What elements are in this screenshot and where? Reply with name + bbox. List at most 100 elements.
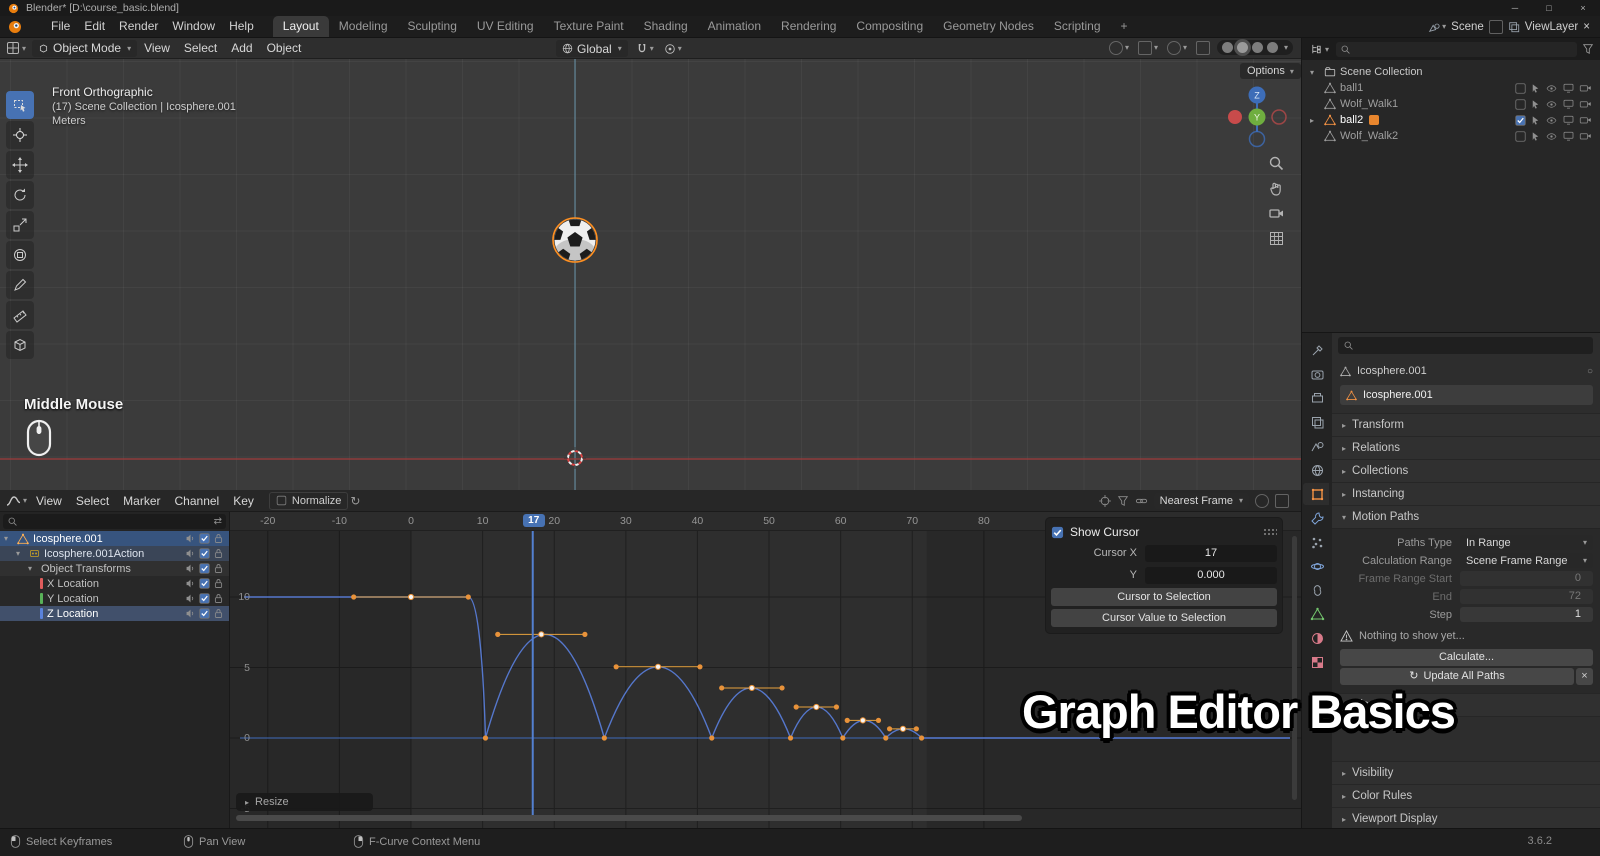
collection-row[interactable]: ▾ Scene Collection <box>1302 64 1600 80</box>
disable-viewport-icon[interactable] <box>1562 130 1575 142</box>
panel-relations[interactable]: ▸ Relations <box>1332 436 1600 459</box>
workspace-tab-layout[interactable]: Layout <box>272 16 329 37</box>
workspace-tab-uv-editing[interactable]: UV Editing <box>467 16 544 37</box>
graph-menu-key[interactable]: Key <box>226 491 261 511</box>
object-name-field[interactable]: Icosphere.001 <box>1340 385 1593 405</box>
mute-speaker-icon[interactable] <box>185 563 196 574</box>
workspace-tab-scripting[interactable]: Scripting <box>1044 16 1111 37</box>
tool-add-cube-button[interactable] <box>6 331 34 359</box>
workspace-tab-shading[interactable]: Shading <box>634 16 698 37</box>
remove-viewlayer-icon[interactable]: × <box>1583 21 1590 33</box>
viewport-menu-view[interactable]: View <box>137 38 177 58</box>
pan-hand-icon[interactable] <box>1268 180 1285 197</box>
viewport-menu-object[interactable]: Object <box>260 38 309 58</box>
exclude-checkbox[interactable] <box>1515 114 1526 126</box>
enable-checkbox[interactable] <box>199 578 210 589</box>
selectable-icon[interactable] <box>1530 115 1541 126</box>
shading-solid-icon[interactable] <box>1236 42 1248 53</box>
copy-keyframes-icon[interactable] <box>1275 493 1289 508</box>
lock-icon[interactable] <box>213 608 224 619</box>
tool-cursor-button[interactable] <box>6 121 34 149</box>
lock-icon[interactable] <box>213 593 224 604</box>
cursor-to-selection-button[interactable]: Cursor to Selection <box>1051 588 1277 606</box>
workspace-tab-geometry-nodes[interactable]: Geometry Nodes <box>933 16 1044 37</box>
workspace-tab-rendering[interactable]: Rendering <box>771 16 846 37</box>
tool-move-button[interactable] <box>6 151 34 179</box>
calculation-range-dropdown[interactable]: Scene Frame Range ▾ <box>1460 553 1593 568</box>
zoom-icon[interactable] <box>1268 155 1285 172</box>
vertical-scrollbar[interactable] <box>1292 536 1297 800</box>
clear-paths-button[interactable]: × <box>1576 668 1593 685</box>
cursor-x-field[interactable]: 17 <box>1145 544 1277 562</box>
expand-icon[interactable]: ▸ <box>1310 116 1320 125</box>
channel-icosphere-001[interactable]: ▾ Icosphere.001 <box>0 531 229 546</box>
enable-checkbox[interactable] <box>199 608 210 619</box>
cursor-y-field[interactable]: 0.000 <box>1145 566 1277 584</box>
outliner-item-wolf-walk1[interactable]: Wolf_Walk1 <box>1302 96 1600 112</box>
enable-checkbox[interactable] <box>199 563 210 574</box>
channel-z-location[interactable]: Z Location <box>0 606 229 621</box>
selectable-icon[interactable] <box>1530 99 1541 110</box>
menu-file[interactable]: File <box>44 16 77 37</box>
show-gizmo-icon[interactable]: ▾ <box>1137 40 1158 55</box>
properties-tab-object[interactable] <box>1305 483 1329 505</box>
exclude-checkbox[interactable] <box>1515 130 1526 142</box>
properties-tab-particles[interactable] <box>1305 531 1329 553</box>
panel-transform[interactable]: ▸ Transform <box>1332 413 1600 436</box>
workspace-tab-modeling[interactable]: Modeling <box>329 16 398 37</box>
properties-tab-physics[interactable] <box>1305 555 1329 577</box>
disable-render-icon[interactable] <box>1579 82 1592 94</box>
lock-icon[interactable] <box>213 548 224 559</box>
mute-speaker-icon[interactable] <box>185 548 196 559</box>
toggle-perspective-grid-icon[interactable] <box>1268 230 1285 247</box>
blender-app-icon[interactable] <box>8 20 22 34</box>
viewlayer-name[interactable]: ViewLayer <box>1525 21 1579 33</box>
graph-menu-marker[interactable]: Marker <box>116 491 167 511</box>
disable-render-icon[interactable] <box>1579 98 1592 110</box>
workspace-tab-texture-paint[interactable]: Texture Paint <box>544 16 634 37</box>
outliner-search-field[interactable] <box>1336 41 1577 57</box>
properties-tab-constraints[interactable] <box>1305 579 1329 601</box>
menu-window[interactable]: Window <box>165 16 222 37</box>
add-workspace-button[interactable]: + <box>1111 16 1138 37</box>
workspace-tab-animation[interactable]: Animation <box>698 16 771 37</box>
channel-y-location[interactable]: Y Location <box>0 591 229 606</box>
selectability-visibility-icon[interactable]: ▾ <box>1108 40 1129 55</box>
disable-viewport-icon[interactable] <box>1562 98 1575 110</box>
only-selected-filter-icon[interactable] <box>1117 495 1129 507</box>
snapping-dropdown[interactable]: Nearest Frame ▾ <box>1153 492 1249 509</box>
shading-wireframe-icon[interactable] <box>1221 42 1233 53</box>
current-frame-badge[interactable]: 17 <box>522 514 545 527</box>
disable-render-icon[interactable] <box>1579 114 1592 126</box>
properties-tab-object-data[interactable] <box>1305 603 1329 625</box>
channel-icosphere-001action[interactable]: ▾ Icosphere.001Action <box>0 546 229 561</box>
show-overlays-icon[interactable]: ▾ <box>1166 40 1187 55</box>
menu-help[interactable]: Help <box>222 16 261 37</box>
viewport-menu-select[interactable]: Select <box>177 38 224 58</box>
soccer-ball-object[interactable] <box>552 217 598 263</box>
graph-menu-select[interactable]: Select <box>69 491 116 511</box>
properties-tab-output[interactable] <box>1305 387 1329 409</box>
editor-type-button[interactable]: ▾ <box>6 41 26 55</box>
editor-type-button[interactable]: ▾ <box>1310 43 1329 56</box>
normalize-toggle[interactable]: Normalize <box>268 491 349 510</box>
expand-icon[interactable]: ▾ <box>1310 68 1320 77</box>
breadcrumb-label[interactable]: Icosphere.001 <box>1357 365 1427 377</box>
scene-name[interactable]: Scene <box>1451 21 1484 33</box>
minimize-button[interactable]: ─ <box>1498 0 1532 16</box>
properties-tab-modifiers[interactable] <box>1305 507 1329 529</box>
hide-eye-icon[interactable] <box>1545 131 1558 142</box>
lock-icon[interactable] <box>213 533 224 544</box>
panel-instancing[interactable]: ▸ Instancing <box>1332 482 1600 505</box>
outliner-item-ball1[interactable]: ball1 <box>1302 80 1600 96</box>
maximize-button[interactable]: □ <box>1532 0 1566 16</box>
snap-magnet-icon[interactable]: ▾ <box>636 43 654 55</box>
expand-icon[interactable]: ▾ <box>16 549 25 558</box>
hide-eye-icon[interactable] <box>1545 99 1558 110</box>
properties-tab-render[interactable] <box>1305 363 1329 385</box>
tool-scale-button[interactable] <box>6 211 34 239</box>
properties-tab-material[interactable] <box>1305 627 1329 649</box>
properties-search-field[interactable] <box>1338 337 1593 354</box>
panel-viewport-display[interactable]: ▸ Viewport Display <box>1332 807 1600 828</box>
tool-select-box-button[interactable] <box>6 91 34 119</box>
